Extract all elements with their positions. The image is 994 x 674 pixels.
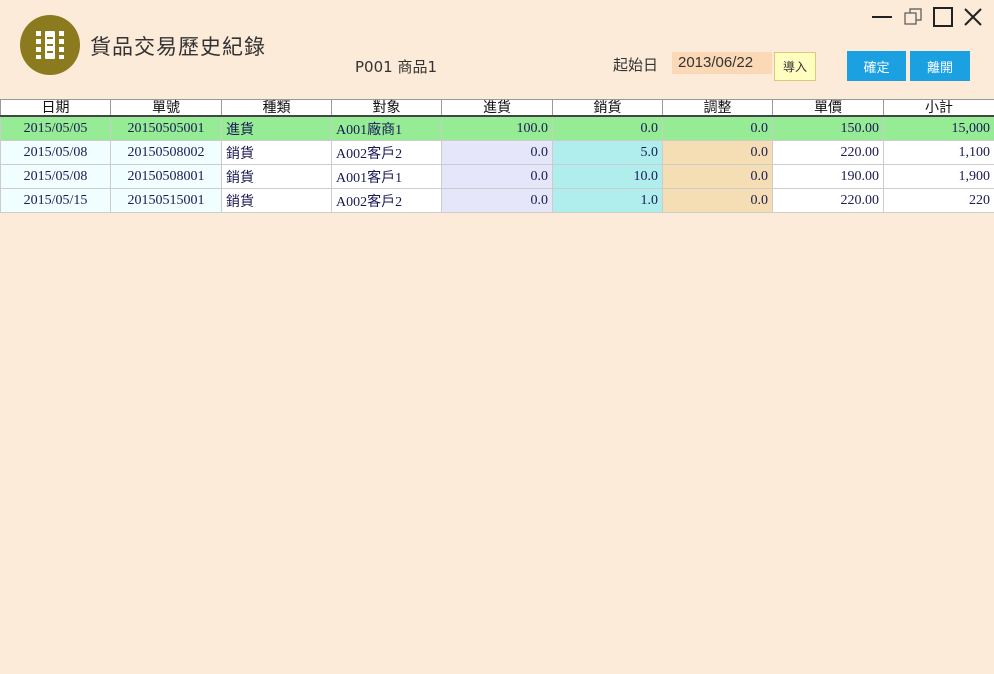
transaction-table: 日期 單號 種類 對象 進貨 銷貨 調整 單價 小計 2015/05/05 20… <box>0 99 994 213</box>
cell-number[interactable]: 20150508002 <box>110 140 222 165</box>
cell-adjust[interactable]: 0.0 <box>662 140 773 165</box>
restore-icon[interactable] <box>902 6 924 28</box>
cell-in[interactable]: 0.0 <box>441 164 553 189</box>
cell-price[interactable]: 150.00 <box>772 115 884 141</box>
confirm-button[interactable]: 確定 <box>847 51 906 81</box>
cell-date[interactable]: 2015/05/08 <box>0 140 111 165</box>
start-date-field[interactable]: 2013/06/22 <box>672 52 772 74</box>
cell-adjust[interactable]: 0.0 <box>662 188 773 213</box>
cell-date[interactable]: 2015/05/08 <box>0 164 111 189</box>
cell-in[interactable]: 0.0 <box>441 140 553 165</box>
column-header-subtotal[interactable]: 小計 <box>883 99 994 117</box>
cell-out[interactable]: 10.0 <box>552 164 663 189</box>
page-title: 貨品交易歷史紀錄 <box>90 35 266 59</box>
column-header-adjust[interactable]: 調整 <box>662 99 773 117</box>
cell-number[interactable]: 20150505001 <box>110 115 222 141</box>
column-header-out[interactable]: 銷貨 <box>552 99 663 117</box>
column-header-date[interactable]: 日期 <box>0 99 111 117</box>
close-icon[interactable] <box>962 6 984 28</box>
cell-number[interactable]: 20150515001 <box>110 188 222 213</box>
cell-price[interactable]: 190.00 <box>772 164 884 189</box>
column-header-type[interactable]: 種類 <box>221 99 332 117</box>
maximize-icon[interactable] <box>932 6 954 28</box>
table-row[interactable]: 2015/05/15 20150515001 銷貨 A002客戶2 0.0 1.… <box>0 188 994 213</box>
exit-button[interactable]: 離開 <box>910 51 970 81</box>
cell-subtotal[interactable]: 220 <box>883 188 994 213</box>
table-header-row: 日期 單號 種類 對象 進貨 銷貨 調整 單價 小計 <box>0 99 994 117</box>
cell-in[interactable]: 0.0 <box>441 188 553 213</box>
cell-subtotal[interactable]: 1,900 <box>883 164 994 189</box>
column-header-in[interactable]: 進貨 <box>441 99 553 117</box>
cell-date[interactable]: 2015/05/05 <box>0 115 111 141</box>
cell-adjust[interactable]: 0.0 <box>662 164 773 189</box>
column-header-price[interactable]: 單價 <box>772 99 884 117</box>
cell-date[interactable]: 2015/05/15 <box>0 188 111 213</box>
grid-app-icon <box>36 31 64 59</box>
cell-type[interactable]: 銷貨 <box>221 188 332 213</box>
cell-out[interactable]: 0.0 <box>552 115 663 141</box>
import-button[interactable]: 導入 <box>774 52 816 81</box>
cell-target[interactable]: A001廠商1 <box>331 115 442 141</box>
app-logo <box>20 15 80 75</box>
cell-price[interactable]: 220.00 <box>772 188 884 213</box>
cell-target[interactable]: A002客戶2 <box>331 188 442 213</box>
column-header-target[interactable]: 對象 <box>331 99 442 117</box>
cell-subtotal[interactable]: 15,000 <box>883 115 994 141</box>
table-row[interactable]: 2015/05/08 20150508001 銷貨 A001客戶1 0.0 10… <box>0 164 994 189</box>
cell-target[interactable]: A002客戶2 <box>331 140 442 165</box>
column-header-number[interactable]: 單號 <box>110 99 222 117</box>
cell-target[interactable]: A001客戶1 <box>331 164 442 189</box>
cell-out[interactable]: 5.0 <box>552 140 663 165</box>
cell-type[interactable]: 進貨 <box>221 115 332 141</box>
cell-out[interactable]: 1.0 <box>552 188 663 213</box>
cell-adjust[interactable]: 0.0 <box>662 115 773 141</box>
minimize-icon[interactable] <box>871 6 893 28</box>
table-row[interactable]: 2015/05/05 20150505001 進貨 A001廠商1 100.0 … <box>0 115 994 141</box>
product-label: P001 商品1 <box>355 58 437 76</box>
cell-type[interactable]: 銷貨 <box>221 164 332 189</box>
cell-type[interactable]: 銷貨 <box>221 140 332 165</box>
cell-price[interactable]: 220.00 <box>772 140 884 165</box>
cell-subtotal[interactable]: 1,100 <box>883 140 994 165</box>
cell-in[interactable]: 100.0 <box>441 115 553 141</box>
cell-number[interactable]: 20150508001 <box>110 164 222 189</box>
start-date-label: 起始日 <box>613 56 659 74</box>
table-row[interactable]: 2015/05/08 20150508002 銷貨 A002客戶2 0.0 5.… <box>0 140 994 165</box>
